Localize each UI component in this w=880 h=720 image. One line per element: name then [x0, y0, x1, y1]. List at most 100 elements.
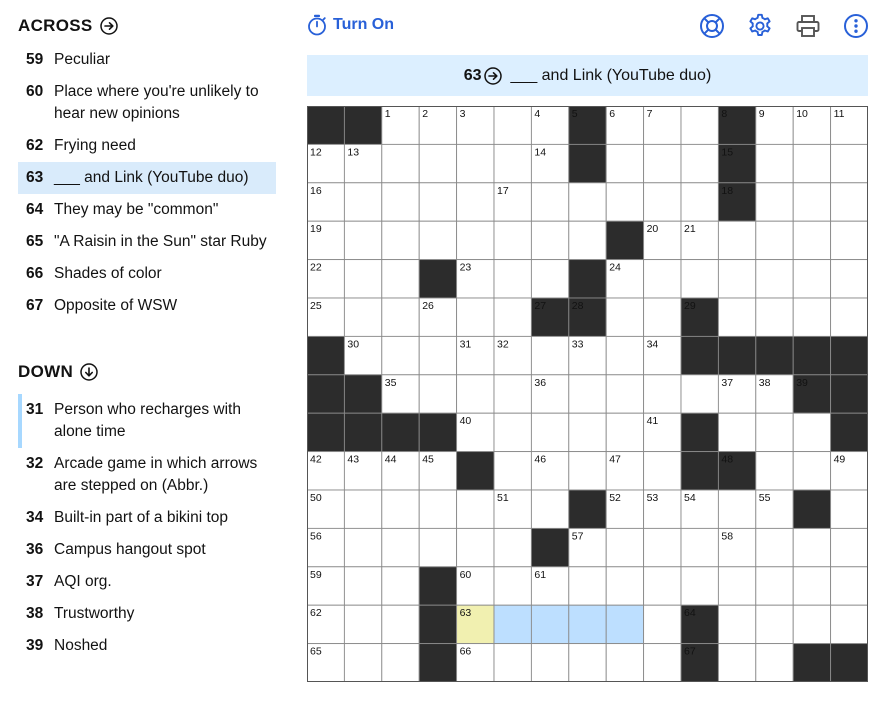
grid-cell[interactable]: [755, 566, 794, 606]
grid-cell[interactable]: [343, 182, 383, 222]
grid-cell[interactable]: [530, 489, 570, 529]
across-clue-60[interactable]: 60 Place where you're unlikely to hear ne…: [18, 76, 276, 130]
grid-cell[interactable]: [456, 143, 495, 184]
down-clue-38[interactable]: 38 Trustworthy: [18, 598, 276, 630]
grid-cell[interactable]: [755, 643, 794, 682]
grid-cell[interactable]: [792, 527, 832, 568]
grid-cell[interactable]: [717, 489, 757, 529]
grid-cell[interactable]: [381, 566, 420, 606]
grid-cell[interactable]: [643, 297, 682, 337]
print-button[interactable]: [794, 12, 822, 40]
grid-cell[interactable]: [343, 604, 383, 645]
grid-cell[interactable]: [643, 643, 682, 682]
grid-cell[interactable]: [568, 566, 607, 606]
grid-cell[interactable]: [381, 143, 420, 184]
grid-cell[interactable]: [568, 412, 607, 453]
grid-cell[interactable]: [456, 220, 495, 261]
grid-cell[interactable]: [493, 374, 532, 414]
grid-cell[interactable]: [830, 566, 868, 606]
grid-cell[interactable]: [680, 182, 719, 222]
grid-cell[interactable]: [643, 527, 682, 568]
grid-cell[interactable]: [717, 220, 757, 261]
grid-cell[interactable]: [643, 374, 682, 414]
grid-cell[interactable]: [493, 604, 532, 645]
grid-cell[interactable]: [418, 527, 458, 568]
grid-cell[interactable]: [717, 643, 757, 682]
grid-cell[interactable]: [381, 182, 420, 222]
grid-cell[interactable]: [456, 182, 495, 222]
across-clue-63[interactable]: 63 ___ and Link (YouTube duo): [18, 162, 276, 194]
grid-cell[interactable]: [830, 297, 868, 337]
down-clue-31[interactable]: 31 Person who recharges with alone time: [18, 394, 276, 448]
grid-cell[interactable]: [568, 220, 607, 261]
across-clue-59[interactable]: 59 Peculiar: [18, 44, 276, 76]
grid-cell[interactable]: [792, 604, 832, 645]
grid-cell[interactable]: [717, 412, 757, 453]
grid-cell[interactable]: [530, 220, 570, 261]
down-clue-39[interactable]: 39 Noshed: [18, 630, 276, 662]
grid-cell[interactable]: [605, 374, 645, 414]
grid-cell[interactable]: [755, 297, 794, 337]
across-clue-66[interactable]: 66 Shades of color: [18, 258, 276, 290]
grid-cell[interactable]: [343, 259, 383, 299]
grid-cell[interactable]: [381, 220, 420, 261]
grid-cell[interactable]: [830, 259, 868, 299]
down-clue-36[interactable]: 36 Campus hangout spot: [18, 534, 276, 566]
grid-cell[interactable]: [605, 297, 645, 337]
grid-cell[interactable]: [530, 335, 570, 376]
grid-cell[interactable]: [792, 297, 832, 337]
grid-cell[interactable]: [605, 412, 645, 453]
grid-cell[interactable]: [792, 259, 832, 299]
grid-cell[interactable]: [792, 182, 832, 222]
grid-cell[interactable]: [418, 182, 458, 222]
grid-cell[interactable]: [680, 374, 719, 414]
grid-cell[interactable]: [343, 566, 383, 606]
grid-cell[interactable]: [605, 335, 645, 376]
grid-cell[interactable]: [643, 451, 682, 491]
grid-cell[interactable]: [493, 106, 532, 145]
down-clue-32[interactable]: 32 Arcade game in which arrows are steppe…: [18, 448, 276, 502]
across-clue-64[interactable]: 64 They may be "common": [18, 194, 276, 226]
grid-cell[interactable]: [493, 143, 532, 184]
grid-cell[interactable]: [680, 143, 719, 184]
grid-cell[interactable]: [343, 643, 383, 682]
grid-cell[interactable]: [568, 604, 607, 645]
grid-cell[interactable]: [680, 527, 719, 568]
grid-cell[interactable]: [605, 643, 645, 682]
grid-cell[interactable]: [493, 220, 532, 261]
grid-cell[interactable]: [755, 451, 794, 491]
grid-cell[interactable]: [343, 220, 383, 261]
grid-cell[interactable]: [568, 451, 607, 491]
grid-cell[interactable]: [381, 527, 420, 568]
grid-cell[interactable]: [418, 220, 458, 261]
grid-cell[interactable]: [493, 451, 532, 491]
grid-cell[interactable]: [755, 412, 794, 453]
grid-cell[interactable]: [493, 566, 532, 606]
grid-cell[interactable]: [493, 259, 532, 299]
grid-cell[interactable]: [381, 604, 420, 645]
grid-cell[interactable]: [643, 182, 682, 222]
grid-cell[interactable]: [830, 489, 868, 529]
across-clue-62[interactable]: 62 Frying need: [18, 130, 276, 162]
grid-cell[interactable]: [717, 566, 757, 606]
grid-cell[interactable]: [493, 643, 532, 682]
across-clue-65[interactable]: 65 "A Raisin in the Sun" star Ruby: [18, 226, 276, 258]
grid-cell[interactable]: [605, 604, 645, 645]
grid-cell[interactable]: [643, 259, 682, 299]
timer-toggle-button[interactable]: Turn On: [307, 14, 394, 36]
grid-cell[interactable]: [568, 374, 607, 414]
grid-cell[interactable]: [381, 259, 420, 299]
grid-cell[interactable]: [643, 566, 682, 606]
grid-cell[interactable]: [717, 604, 757, 645]
grid-cell[interactable]: [680, 566, 719, 606]
grid-cell[interactable]: [456, 489, 495, 529]
grid-cell[interactable]: [456, 374, 495, 414]
grid-cell[interactable]: [792, 143, 832, 184]
current-clue-bar[interactable]: 63 ___ and Link (YouTube duo): [307, 55, 868, 96]
grid-cell[interactable]: [830, 604, 868, 645]
crossword-grid[interactable]: 1 2 3 4 5 6 7 8 9 10 11 12 13 14 15 16 17 18 19 20 21 22 23 24 2…: [307, 106, 868, 682]
grid-cell[interactable]: [755, 527, 794, 568]
grid-cell[interactable]: [343, 297, 383, 337]
grid-cell[interactable]: [680, 259, 719, 299]
grid-cell[interactable]: [493, 297, 532, 337]
